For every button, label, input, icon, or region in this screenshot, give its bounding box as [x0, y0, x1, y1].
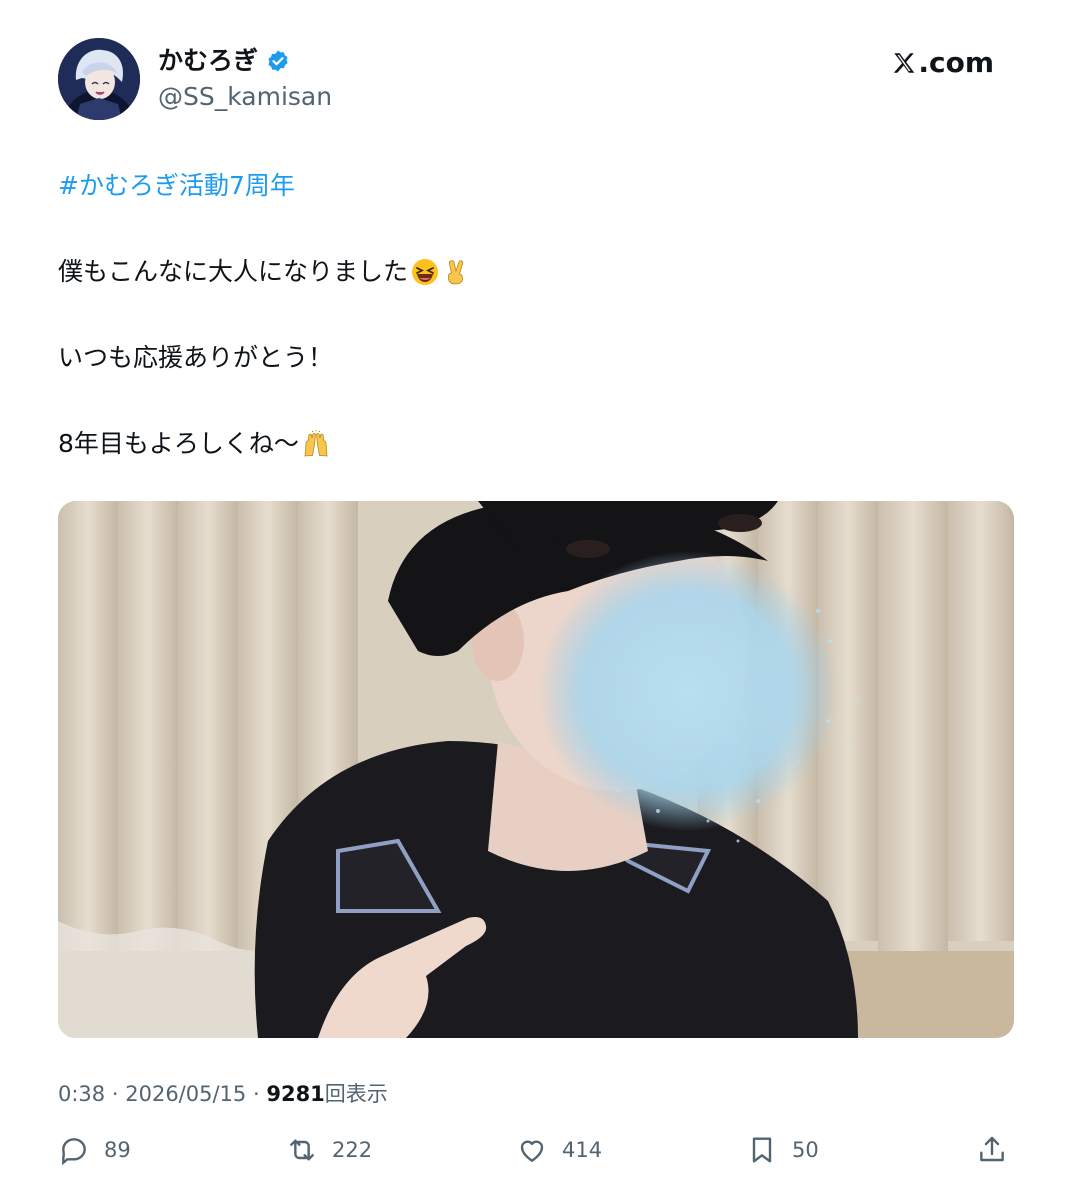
brand-label[interactable]: .com: [891, 46, 994, 80]
tweet-photo[interactable]: [58, 501, 1014, 1038]
bookmark-count: 50: [792, 1138, 819, 1162]
name-row: かむろぎ: [158, 46, 290, 76]
tweet-line-2-text: いつも応援ありがとう！: [58, 343, 334, 372]
share-button[interactable]: [976, 1134, 1008, 1166]
tweet-line-3: 8年目もよろしくね〜: [58, 426, 330, 462]
repost-button[interactable]: 222: [286, 1134, 372, 1166]
tweet-header: かむろぎ @SS_kamisan .com: [58, 38, 1018, 122]
laughing-face-emoji: [412, 259, 439, 285]
meta-separator: ·: [111, 1082, 119, 1106]
verified-badge-icon: [268, 50, 288, 72]
tweet-date[interactable]: 2026/05/15: [125, 1082, 246, 1106]
like-count: 414: [562, 1138, 603, 1162]
x-logo-icon: [894, 53, 915, 73]
tweet-time[interactable]: 0:38: [58, 1082, 105, 1106]
hashtag-link[interactable]: #かむろぎ活動7周年: [58, 168, 295, 204]
heart-icon: [520, 1140, 544, 1162]
avatar[interactable]: [58, 38, 140, 120]
avatar-image: [58, 38, 140, 120]
repost-count: 222: [332, 1138, 373, 1162]
tweet-line-1-text: 僕もこんなに大人になりました: [58, 257, 409, 286]
user-handle[interactable]: @SS_kamisan: [158, 82, 332, 112]
bookmark-button[interactable]: 50: [746, 1134, 819, 1166]
photo-image: [58, 501, 1014, 1038]
like-button[interactable]: 414: [516, 1134, 602, 1166]
brand-domain: .com: [918, 46, 994, 79]
views-count: 9281: [266, 1082, 325, 1106]
meta-separator: ·: [252, 1082, 260, 1106]
reply-button[interactable]: 89: [58, 1134, 131, 1166]
action-bar: 89 222 414 50: [58, 1134, 1018, 1172]
reply-icon: [62, 1138, 86, 1166]
tweet-line-3-text: 8年目もよろしくね〜: [58, 429, 299, 458]
bookmark-icon: [752, 1137, 772, 1163]
reply-count: 89: [104, 1138, 131, 1162]
repost-icon: [290, 1139, 314, 1161]
tweet-meta: 0:38 · 2026/05/15 · 9281回表示: [58, 1078, 388, 1110]
tweet-line-2: いつも応援ありがとう！: [58, 340, 333, 376]
raising-hands-emoji: [304, 430, 328, 457]
share-icon: [980, 1136, 1004, 1162]
display-name[interactable]: かむろぎ: [158, 46, 258, 76]
victory-hand-emoji: [448, 260, 464, 285]
tweet-line-1: 僕もこんなに大人になりました: [58, 254, 470, 290]
views-label: 回表示: [324, 1082, 388, 1106]
